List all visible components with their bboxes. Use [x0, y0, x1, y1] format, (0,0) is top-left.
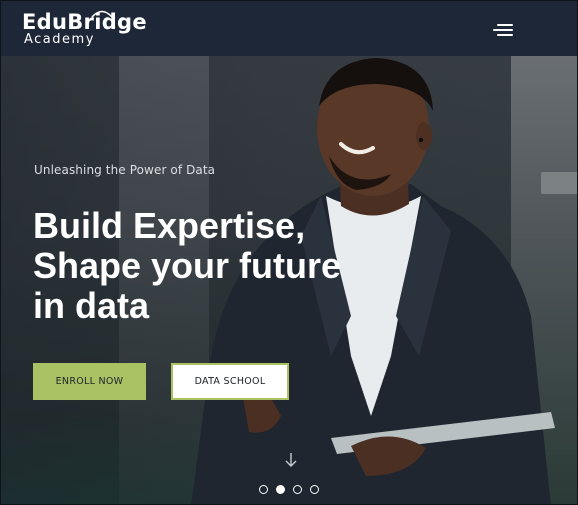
carousel-dot-2[interactable] [276, 485, 285, 494]
headline-line-1: Build Expertise, [33, 205, 306, 246]
enroll-now-button[interactable]: ENROLL NOW [33, 363, 146, 400]
site-header: EduBridge Academy [1, 1, 577, 56]
carousel-dot-3[interactable] [293, 485, 302, 494]
hero-tagline: Unleashing the Power of Data [34, 163, 216, 177]
brand-subtitle: Academy [24, 32, 95, 47]
carousel-dot-4[interactable] [310, 485, 319, 494]
brand-name: EduBridge [22, 10, 147, 34]
data-school-button[interactable]: DATA SCHOOL [171, 363, 289, 400]
headline-line-3: in data [33, 285, 150, 326]
headline-line-2: Shape your future [33, 245, 342, 286]
carousel-indicators [259, 485, 319, 494]
arrow-down-icon[interactable] [285, 452, 297, 468]
carousel-dot-1[interactable] [259, 485, 268, 494]
page-frame: EduBridge Academy Unleashing the Power o… [0, 0, 578, 505]
hero-section: Unleashing the Power of Data Build Exper… [1, 56, 577, 504]
hamburger-menu-icon[interactable] [493, 21, 517, 39]
brand-logo[interactable]: EduBridge Academy [22, 10, 147, 47]
logo-arc-icon [91, 10, 113, 18]
hero-headline: Build Expertise, Shape your future in da… [33, 206, 393, 326]
